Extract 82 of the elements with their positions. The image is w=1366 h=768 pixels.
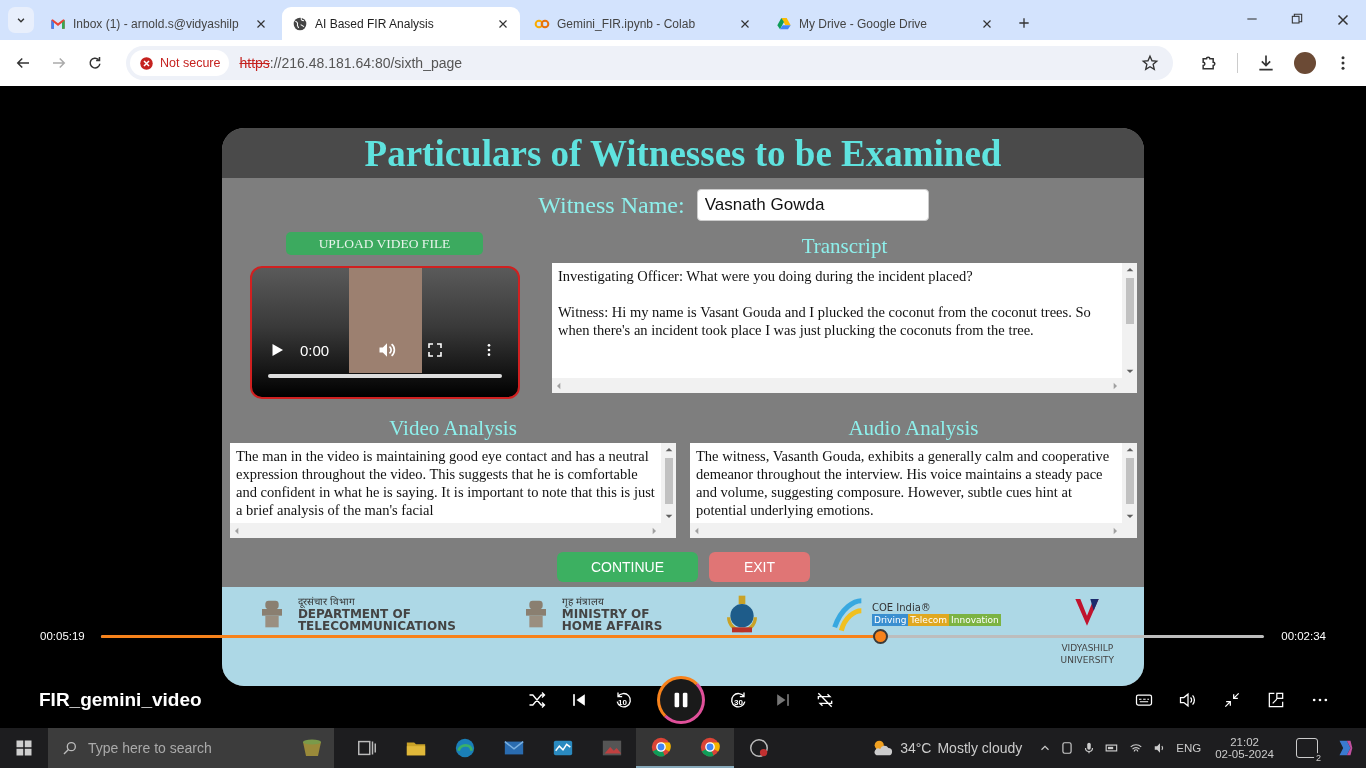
shrink-icon[interactable] (1222, 690, 1242, 710)
skip-back-button[interactable]: 10 (610, 688, 635, 712)
analysis-text: The man in the video is maintaining good eye contact and has a neutral expression throughout the video. This suggests that he is comfortable and confident in what he is saying. It is important to note that this is just a brief analysis of the man's facial (236, 447, 655, 519)
pause-button[interactable] (656, 676, 705, 724)
page-title: Particulars of Witnesses to be Examined (364, 131, 1002, 175)
scroll-down-icon[interactable] (1125, 512, 1134, 520)
error-icon (139, 55, 154, 71)
scroll-thumb[interactable] (1125, 458, 1134, 504)
url-text: https://216.48.181.64:80/sixth_page (239, 55, 464, 71)
tab-title: AI Based FIR Analysis (315, 16, 435, 31)
windows-icon[interactable] (15, 739, 33, 757)
analysis-text-area[interactable] (690, 443, 1137, 538)
vertical-scrollbar[interactable] (1122, 443, 1137, 523)
browser-tab[interactable]: My Drive - Google Drive (766, 7, 1004, 40)
scroll-up-icon[interactable] (1125, 446, 1134, 454)
volume-icon[interactable] (1178, 690, 1198, 710)
address-field[interactable]: Not secure https://216.48.181.64:80/sixth_page (126, 46, 1173, 80)
logo-text: DEPARTMENT OF (297, 608, 412, 620)
browser-tab[interactable]: Inbox (1) - arnold.s@vidyashilp (40, 7, 278, 40)
logo-text: दूरसंचार विभाग (297, 596, 357, 608)
camera-icon[interactable] (1060, 741, 1075, 755)
tagline-word: Driving (871, 614, 909, 626)
seek-bar[interactable] (101, 628, 1264, 644)
video-time: 0:00 (300, 341, 330, 359)
scroll-thumb[interactable] (1125, 278, 1134, 324)
logo-text: HOME AFFAIRS (561, 620, 663, 632)
taskbar-search-field[interactable]: Type here to search (48, 728, 334, 768)
scroll-up-icon[interactable] (664, 446, 673, 454)
scroll-down-icon[interactable] (1125, 367, 1134, 375)
chrome-icon[interactable] (649, 736, 672, 758)
browser-tab[interactable]: AI Based FIR Analysis (282, 7, 520, 40)
mini-player-icon[interactable] (1266, 690, 1286, 710)
restore-icon[interactable] (1289, 11, 1305, 27)
chrome-icon[interactable] (698, 736, 721, 758)
video-player[interactable]: 0:00 (250, 266, 520, 399)
star-icon[interactable] (1141, 54, 1159, 72)
vertical-scrollbar[interactable] (1122, 263, 1137, 378)
tagline-word: Innovation (949, 614, 1001, 626)
avatar[interactable] (1294, 52, 1316, 74)
security-chip[interactable]: Not secure (130, 50, 230, 76)
temperature: 34°C (900, 740, 932, 756)
remaining-time: 00:02:34 (1280, 630, 1326, 642)
vertical-scrollbar[interactable] (661, 443, 676, 523)
tagline-word: Telecom (908, 614, 950, 626)
fullscreen-icon[interactable] (427, 342, 444, 358)
logo-text: TELECOMMUNICATIONS (297, 620, 456, 632)
browser-icon[interactable] (453, 737, 476, 759)
tab-title: Inbox (1) - arnold.s@vidyashilp (73, 16, 240, 31)
browser-tab[interactable]: Gemini_FIR.ipynb - Colab (524, 7, 762, 40)
section-title: Audio Analysis (847, 415, 980, 442)
clock[interactable]: 21:02 02-05-2024 (1209, 736, 1280, 760)
logo-text: MINISTRY OF (561, 608, 651, 620)
transcript-text-area[interactable] (552, 263, 1137, 393)
weather-text: Mostly cloudy (937, 740, 1023, 756)
section-title: Transcript (800, 233, 889, 260)
language-indicator[interactable]: ENG (1176, 742, 1202, 754)
search-icon (62, 740, 78, 756)
logo-text: COE India® (871, 602, 932, 614)
field-label: Witness Name: (538, 191, 685, 219)
analysis-text: The witness, Vasanth Gouda, exhibits a generally calm and cooperative demeanor throughout the interview. His voice maintains a steady pace and volume, suggesting composure. However, subtle cues hint at potential underlying emotions. (696, 447, 1111, 519)
globe-icon (292, 15, 308, 32)
transcript-paragraph: Investigating Officer: What were you doing during the incident placed? (558, 267, 974, 285)
record-icon[interactable] (747, 737, 770, 759)
tab-title: My Drive - Google Drive (799, 16, 929, 31)
drive-icon (776, 15, 792, 32)
section-title: Video Analysis (388, 415, 518, 442)
tab-title: Gemini_FIR.ipynb - Colab (557, 16, 697, 31)
logo-text: गृह मंत्रालय (561, 596, 605, 608)
scroll-up-icon[interactable] (1125, 266, 1134, 274)
new-tab-icon[interactable] (1016, 15, 1032, 31)
logo-text: VIDYASHILP (1060, 642, 1115, 654)
elapsed-time: 00:05:19 (40, 630, 86, 642)
wifi-icon[interactable] (1128, 741, 1145, 755)
transcript-paragraph: Witness: Hi my name is Vasant Gouda and I plucked the coconut from the coconut trees. So when there's an incident took place I was just plucking the coconuts from the tree. (558, 303, 1092, 339)
download-icon[interactable] (1256, 53, 1276, 73)
skip-forward-button[interactable]: 30 (726, 688, 751, 712)
witness-name-field[interactable]: Vasnath Gowda (696, 189, 929, 221)
scroll-thumb[interactable] (664, 458, 673, 504)
analysis-text-area[interactable] (230, 443, 676, 538)
logo-text: UNIVERSITY (1060, 654, 1115, 666)
video-title: FIR_gemini_video (39, 689, 203, 711)
scroll-down-icon[interactable] (664, 512, 673, 520)
